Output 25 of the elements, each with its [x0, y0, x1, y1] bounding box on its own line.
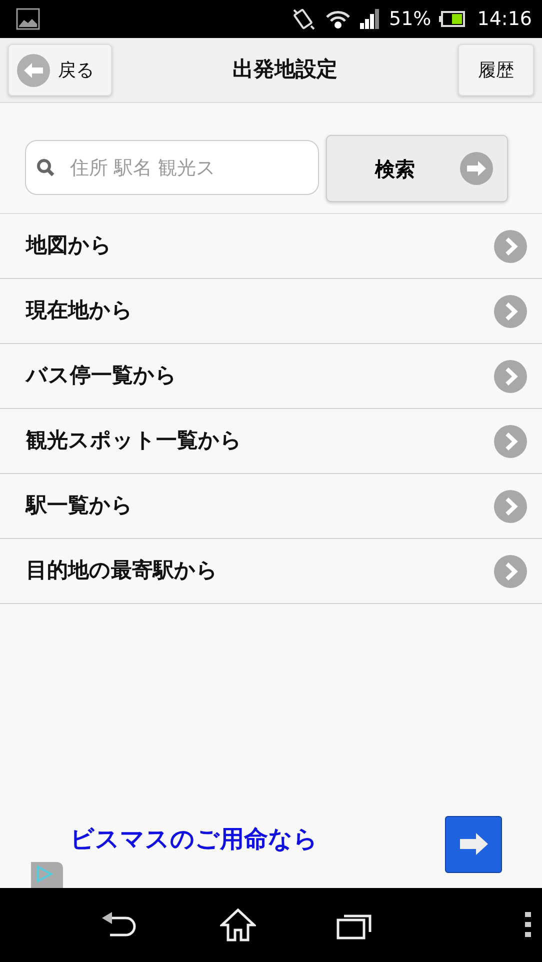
gallery-icon: [16, 8, 40, 30]
search-field[interactable]: 住所 駅名 観光ス: [25, 140, 319, 195]
wifi-icon: [325, 8, 351, 30]
chevron-right-icon: [494, 424, 527, 458]
ad-text[interactable]: ビスマスのご用命なら: [70, 821, 318, 857]
back-button[interactable]: 戻る: [8, 44, 112, 96]
arrow-right-icon: [458, 832, 488, 856]
search-button[interactable]: 検索: [326, 135, 508, 202]
page-title: 出発地設定: [232, 56, 338, 84]
overflow-menu-icon[interactable]: [524, 912, 532, 938]
signal-icon: [359, 9, 381, 29]
chevron-right-icon: [494, 294, 527, 328]
clock-time: 14:16: [477, 6, 532, 32]
arrow-right-icon: [460, 152, 493, 185]
home-icon[interactable]: [220, 908, 256, 942]
ad-arrow-button[interactable]: [445, 816, 502, 872]
history-button[interactable]: 履歴: [458, 44, 534, 96]
battery-icon: [439, 11, 466, 27]
battery-percent: 51%: [389, 6, 432, 32]
search-icon: [36, 158, 56, 178]
vibrate-icon: [291, 6, 317, 32]
chevron-right-icon: [494, 554, 527, 588]
chevron-right-icon: [494, 230, 527, 262]
chevron-right-icon: [494, 490, 527, 522]
chevron-right-icon: [494, 360, 527, 392]
